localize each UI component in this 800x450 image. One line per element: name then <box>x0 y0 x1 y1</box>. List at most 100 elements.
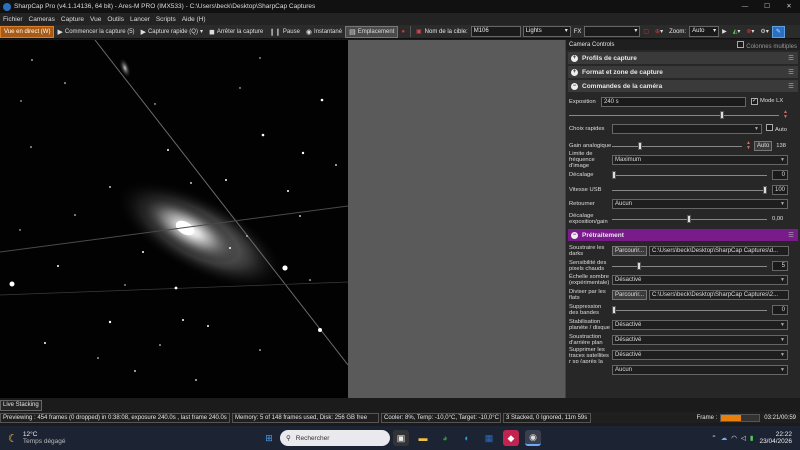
slider-thumb[interactable] <box>612 170 616 179</box>
fx-select[interactable]: ▾ <box>584 26 641 37</box>
exposure-gain-shift-value: 0,00 <box>772 216 784 222</box>
background-subtraction-select[interactable]: Désactivé ▼ <box>612 334 788 345</box>
slider-thumb[interactable] <box>612 305 616 314</box>
search-box[interactable]: ⚲ Rechercher <box>280 430 390 446</box>
auto-exposure-checkbox[interactable]: Auto <box>766 124 787 133</box>
multi-columns-toggle[interactable]: Colonnes multiples <box>737 40 797 50</box>
frame-rate-select[interactable]: Maximum ▼ <box>612 155 788 165</box>
chart-button[interactable]: ◭ ▾ <box>730 26 744 38</box>
menu-capture[interactable]: Capture <box>61 16 84 23</box>
slider-thumb[interactable] <box>638 141 642 150</box>
reticle-button[interactable]: ⊕ ▾ <box>652 26 666 38</box>
slider-thumb[interactable] <box>637 261 641 270</box>
browse-flats-button[interactable]: Parcourir... <box>612 289 648 300</box>
offset-slider[interactable] <box>612 170 767 179</box>
record-icon-button[interactable]: ● <box>398 26 408 38</box>
dark-scale-select[interactable]: Désactivé ▼ <box>612 275 788 285</box>
lx-mode-checkbox[interactable]: ✓ Mode LX <box>751 98 783 105</box>
chevron-up-icon[interactable]: ⌃ <box>711 434 716 442</box>
zoom-select[interactable]: Auto ▾ <box>689 26 720 37</box>
weather-widget[interactable]: ☾ 12°C Temps dégagé <box>8 431 118 445</box>
settings-button[interactable]: ⚙ ▾ <box>757 26 771 38</box>
exposure-gain-shift-slider[interactable] <box>612 215 767 223</box>
usb-speed-slider[interactable] <box>612 185 767 194</box>
gain-stepper[interactable]: ▲ ▼ <box>746 140 751 151</box>
edge-icon[interactable]: ◐ <box>459 430 475 446</box>
slider-thumb[interactable] <box>763 185 767 194</box>
browse-darks-button[interactable]: Parcourir... <box>612 245 648 256</box>
gain-auto-button[interactable]: Auto <box>753 140 773 151</box>
section-capture-profiles[interactable]: + Profils de capture ☰ <box>568 52 798 64</box>
battery-icon[interactable]: ▮ <box>750 434 754 442</box>
hamburger-icon[interactable]: ☰ <box>788 68 794 76</box>
subtract-darks-row: Soustraire les darks Parcourir... C:\Use… <box>566 243 800 258</box>
live-view-button[interactable]: Vue en direct (W) <box>0 25 55 38</box>
menu-scripts[interactable]: Scripts <box>156 16 176 23</box>
chevron-down-icon: ▼ <box>780 336 785 343</box>
hamburger-icon[interactable]: ☰ <box>788 82 794 90</box>
store-icon[interactable]: ▦ <box>481 430 497 446</box>
close-button[interactable]: ✕ <box>778 0 800 13</box>
pause-button[interactable]: ❙❙ Pause <box>266 26 303 38</box>
placement-button[interactable]: ▤ Emplacement <box>345 25 399 38</box>
darks-path-select[interactable]: C:\Users\beck\Desktop\SharpCap Captures\… <box>649 245 790 256</box>
file-explorer-icon[interactable]: ▬ <box>415 430 431 446</box>
flip-label: Retourner <box>569 201 595 207</box>
target-icon-button[interactable]: ▣ <box>413 26 425 38</box>
slider-thumb[interactable] <box>720 111 724 119</box>
hot-pixel-input[interactable]: 5 <box>772 260 788 271</box>
banding-input[interactable]: 0 <box>772 304 788 315</box>
scope-button[interactable]: ⊗ ▾ <box>743 26 757 38</box>
minimize-button[interactable]: — <box>734 0 756 13</box>
search-placeholder: Rechercher <box>295 434 330 442</box>
menu-help[interactable]: Aide (H) <box>182 16 206 23</box>
wifi-icon[interactable]: ◠ <box>731 434 737 442</box>
menu-tools[interactable]: Outils <box>107 16 124 23</box>
menu-view[interactable]: Vue <box>90 16 101 23</box>
app-icon[interactable]: ◆ <box>503 430 519 446</box>
stabilization-select[interactable]: Désactivé ▼ <box>612 319 788 330</box>
menu-cameras[interactable]: Cameras <box>29 16 55 23</box>
status-previewing: Previewing : 454 frames (0 dropped) in 0… <box>0 412 230 423</box>
flip-select[interactable]: Aucun ▼ <box>612 199 788 209</box>
task-view-icon[interactable]: ▣ <box>393 430 409 446</box>
gain-slider[interactable] <box>612 141 742 150</box>
exposure-slider[interactable] <box>569 111 779 119</box>
menu-launch[interactable]: Lancer <box>130 16 150 23</box>
satellite-trails-select[interactable]: Désactivé ▼ <box>612 350 788 360</box>
exposure-input[interactable]: 240 s <box>601 96 746 107</box>
slider-thumb[interactable] <box>687 215 691 223</box>
hamburger-icon[interactable]: ☰ <box>788 54 794 62</box>
target-name-input[interactable]: M106 <box>470 26 521 37</box>
windows-start-icon[interactable]: ⊞ <box>261 430 277 446</box>
chrome-icon[interactable]: ◕ <box>437 430 453 446</box>
maximize-button[interactable]: ☐ <box>756 0 778 13</box>
live-stacking-tab[interactable]: Live Stacking <box>0 400 42 411</box>
start-capture-button[interactable]: ▶ Commencer la capture (5) <box>54 26 137 38</box>
stop-capture-button[interactable]: ◼ Arrêter la capture <box>206 26 266 38</box>
exposure-stepper[interactable]: ▲ ▼ <box>783 110 788 120</box>
sharpcap-taskbar-icon[interactable]: ◉ <box>525 430 541 446</box>
offset-input[interactable]: 0 <box>772 169 788 180</box>
quick-capture-button[interactable]: ▶ Capture rapide (Q) ▾ <box>138 26 206 38</box>
menu-file[interactable]: Fichier <box>3 16 23 23</box>
section-format[interactable]: + Format et zone de capture ☰ <box>568 66 798 78</box>
hamburger-icon[interactable]: ☰ <box>788 231 794 239</box>
banding-slider[interactable] <box>612 305 767 314</box>
minus-icon: − <box>571 231 578 239</box>
section-camera-controls[interactable]: − Commandes de la caméra ☰ <box>568 80 798 92</box>
section-preprocessing[interactable]: − Prétraitement ☰ <box>568 229 798 241</box>
frame-type-select[interactable]: Lights ▾ <box>522 26 571 37</box>
flats-path-select[interactable]: C:\Users\beck\Desktop\SharpCap Captures\… <box>649 289 790 300</box>
histogram-button[interactable]: ▢ <box>640 26 652 38</box>
quick-choice-select[interactable]: ▼ <box>612 123 762 134</box>
clock[interactable]: 22:22 23/04/2026 <box>759 431 792 445</box>
usb-speed-input[interactable]: 100 <box>772 184 788 195</box>
volume-icon[interactable]: ◁ <box>741 434 746 442</box>
cloud-icon[interactable]: ☁ <box>721 434 728 442</box>
last-option-select[interactable]: Aucun ▼ <box>612 365 788 375</box>
brush-button[interactable]: ✎ <box>771 25 785 38</box>
hot-pixel-slider[interactable] <box>612 261 767 270</box>
play-button[interactable]: ▶ <box>719 26 730 38</box>
snapshot-button[interactable]: ◉ Instantané <box>303 26 345 38</box>
